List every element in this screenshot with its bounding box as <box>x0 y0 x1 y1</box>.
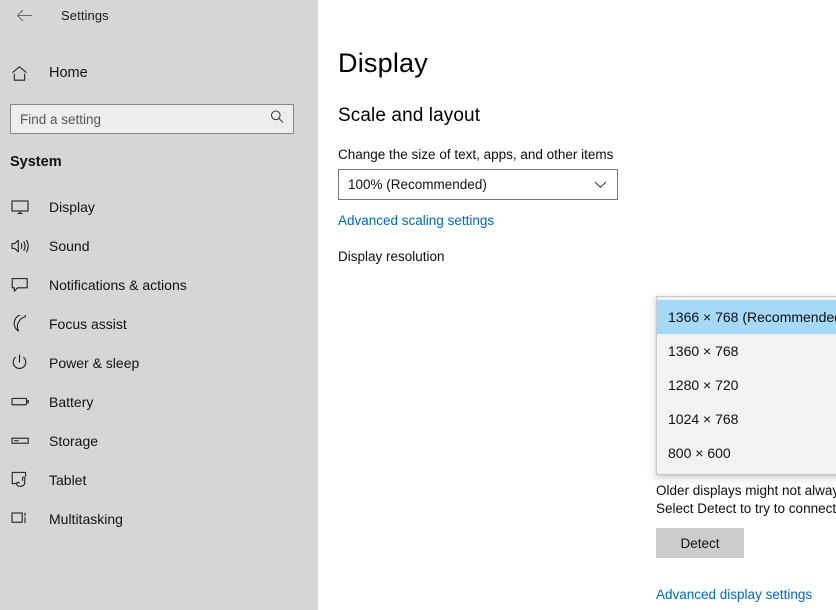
sidebar-item-sound[interactable]: Sound <box>0 226 318 265</box>
back-arrow-icon[interactable] <box>10 2 38 28</box>
scale-and-layout-heading: Scale and layout <box>338 105 836 127</box>
scale-dropdown-value: 100% (Recommended) <box>339 177 487 192</box>
sidebar-item-label: Multitasking <box>49 511 123 527</box>
search-box[interactable] <box>10 104 294 134</box>
search-icon[interactable] <box>270 110 284 129</box>
settings-window: Settings Home System <box>0 0 836 610</box>
scale-field-label: Change the size of text, apps, and other… <box>338 147 836 162</box>
app-title: Settings <box>61 8 109 23</box>
sidebar-item-label: Tablet <box>49 472 86 488</box>
power-icon <box>11 352 35 374</box>
monitor-icon <box>11 196 35 218</box>
title-bar: Settings <box>0 0 318 30</box>
home-label: Home <box>49 65 88 81</box>
moon-icon <box>11 313 35 335</box>
sidebar-item-label: Sound <box>49 238 89 254</box>
multitasking-icon <box>11 508 35 530</box>
resolution-option[interactable]: 1366 × 768 (Recommended) <box>657 300 836 334</box>
resolution-option[interactable]: 1024 × 768 <box>657 402 836 436</box>
advanced-scaling-settings-link[interactable]: Advanced scaling settings <box>338 213 494 228</box>
page-title: Display <box>338 48 836 79</box>
sidebar-item-display[interactable]: Display <box>0 187 318 226</box>
sidebar-item-home[interactable]: Home <box>0 56 318 90</box>
display-resolution-listbox[interactable]: 1366 × 768 (Recommended) 1360 × 768 1280… <box>656 296 836 475</box>
sidebar-item-label: Battery <box>49 394 93 410</box>
speaker-icon <box>11 235 35 257</box>
sidebar-item-label: Power & sleep <box>49 355 139 371</box>
sidebar-item-multitasking[interactable]: Multitasking <box>0 499 318 538</box>
display-resolution-label: Display resolution <box>338 249 836 264</box>
content-pane: Display Scale and layout Change the size… <box>318 0 836 610</box>
sidebar-item-label: Notifications & actions <box>49 277 187 293</box>
battery-icon <box>11 391 35 413</box>
chevron-down-icon <box>594 176 607 194</box>
sidebar-item-label: Display <box>49 199 95 215</box>
scale-dropdown[interactable]: 100% (Recommended) <box>338 169 618 200</box>
home-icon <box>11 65 37 82</box>
sidebar-item-battery[interactable]: Battery <box>0 382 318 421</box>
detect-button[interactable]: Detect <box>656 528 744 558</box>
sidebar-item-label: Focus assist <box>49 316 127 332</box>
resolution-option[interactable]: 800 × 600 <box>657 436 836 470</box>
detect-helper-text: Older displays might not always connect … <box>656 482 836 518</box>
resolution-option[interactable]: 1280 × 720 <box>657 368 836 402</box>
sidebar-section-header: System <box>0 154 318 170</box>
sidebar-item-notifications[interactable]: Notifications & actions <box>0 265 318 304</box>
resolution-option[interactable]: 1360 × 768 <box>657 334 836 368</box>
search-input[interactable] <box>11 106 246 132</box>
storage-drive-icon <box>11 430 35 452</box>
sidebar-item-focus-assist[interactable]: Focus assist <box>0 304 318 343</box>
sidebar: Settings Home System <box>0 0 318 610</box>
advanced-display-settings-link[interactable]: Advanced display settings <box>656 587 812 602</box>
sidebar-item-storage[interactable]: Storage <box>0 421 318 460</box>
sidebar-item-label: Storage <box>49 433 98 449</box>
sidebar-item-tablet[interactable]: Tablet <box>0 460 318 499</box>
sidebar-nav-list: Display Sound <box>0 187 318 538</box>
tablet-hand-icon <box>11 469 35 491</box>
sidebar-item-power-sleep[interactable]: Power & sleep <box>0 343 318 382</box>
notification-balloon-icon <box>11 274 35 296</box>
